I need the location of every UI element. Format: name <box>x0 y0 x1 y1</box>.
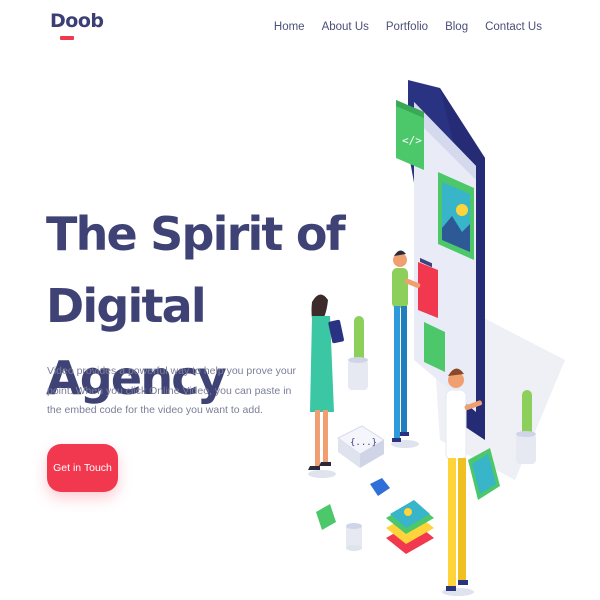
logo-underline <box>60 36 74 40</box>
red-card <box>418 262 438 318</box>
cylinder-decoration <box>346 523 362 551</box>
small-blue-cube <box>370 478 390 496</box>
nav-contact-us[interactable]: Contact Us <box>485 21 542 33</box>
code-braces-box: {...} <box>337 425 385 468</box>
nav-home[interactable]: Home <box>274 21 305 33</box>
hero-illustration: </> {...} <box>308 80 565 596</box>
hero-description: Video provides a powerful way to help yo… <box>47 365 297 416</box>
plant-left-decoration <box>348 316 368 390</box>
code-card-icon: </> <box>396 100 424 170</box>
main-nav: Home About Us Portfolio Blog Contact Us <box>257 21 542 33</box>
brand-logo[interactable]: Doob <box>50 10 104 32</box>
code-badge-text: </> <box>402 134 422 147</box>
site-header: Doob Home About Us Portfolio Blog Contac… <box>0 0 600 56</box>
braces-label: {...} <box>350 438 377 448</box>
nav-portfolio[interactable]: Portfolio <box>386 21 428 33</box>
nav-blog[interactable]: Blog <box>445 21 468 33</box>
small-green-card <box>316 504 336 530</box>
get-in-touch-button[interactable]: Get in Touch <box>47 444 118 492</box>
nav-about-us[interactable]: About Us <box>322 21 369 33</box>
stacked-layers-decoration <box>386 500 434 554</box>
